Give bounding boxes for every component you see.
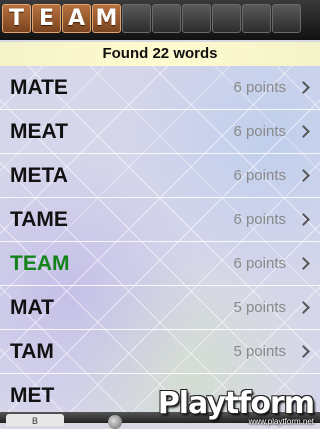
- word-row[interactable]: TAM 5 points: [0, 330, 320, 374]
- word-label: MET: [10, 383, 55, 407]
- points-label: 5 points: [233, 343, 286, 360]
- word-row[interactable]: MEAT 6 points: [0, 110, 320, 154]
- chevron-right-icon: [297, 213, 310, 226]
- letter-tile-bar: T E A M: [0, 0, 320, 40]
- chevron-right-icon: [297, 125, 310, 138]
- points-label: 6 points: [233, 255, 286, 272]
- chevron-right-icon: [297, 81, 310, 94]
- letter-tile[interactable]: [182, 4, 211, 33]
- watermark: Playtform www.playtform.net: [157, 386, 315, 426]
- chevron-right-icon: [297, 301, 310, 314]
- letter-tile[interactable]: M: [92, 4, 121, 33]
- points-label: 6 points: [233, 79, 286, 96]
- letter-tile[interactable]: [152, 4, 181, 33]
- word-label: MATE: [10, 75, 68, 99]
- word-row[interactable]: META 6 points: [0, 154, 320, 198]
- word-row[interactable]: TEAM 6 points: [0, 242, 320, 286]
- points-label: 6 points: [233, 211, 286, 228]
- word-row[interactable]: TAME 6 points: [0, 198, 320, 242]
- chevron-right-icon: [297, 345, 310, 358]
- points-label: 5 points: [233, 299, 286, 316]
- letter-tile[interactable]: A: [62, 4, 91, 33]
- bottom-tab-button[interactable]: B: [6, 414, 64, 426]
- letter-tile[interactable]: [212, 4, 241, 33]
- word-label: MEAT: [10, 119, 68, 143]
- letter-tile[interactable]: T: [2, 4, 31, 33]
- word-label: TAM: [10, 339, 54, 363]
- points-label: 6 points: [233, 167, 286, 184]
- letter-tile[interactable]: [242, 4, 271, 33]
- letter-tile[interactable]: E: [32, 4, 61, 33]
- watermark-logo: Playtform: [157, 386, 315, 421]
- chevron-right-icon: [297, 257, 310, 270]
- word-label: MAT: [10, 295, 54, 319]
- word-label: TAME: [10, 207, 68, 231]
- found-words-header: Found 22 words: [0, 42, 320, 66]
- word-label-highlighted: TEAM: [10, 251, 70, 275]
- word-list[interactable]: MATE 6 points MEAT 6 points META 6 point…: [0, 66, 320, 412]
- word-row[interactable]: MAT 5 points: [0, 286, 320, 330]
- points-label: 6 points: [233, 123, 286, 140]
- letter-tile[interactable]: [272, 4, 301, 33]
- chevron-right-icon: [297, 169, 310, 182]
- letter-tile[interactable]: [122, 4, 151, 33]
- word-label: META: [10, 163, 68, 187]
- word-row[interactable]: MATE 6 points: [0, 66, 320, 110]
- toggle-knob-icon[interactable]: [108, 415, 122, 429]
